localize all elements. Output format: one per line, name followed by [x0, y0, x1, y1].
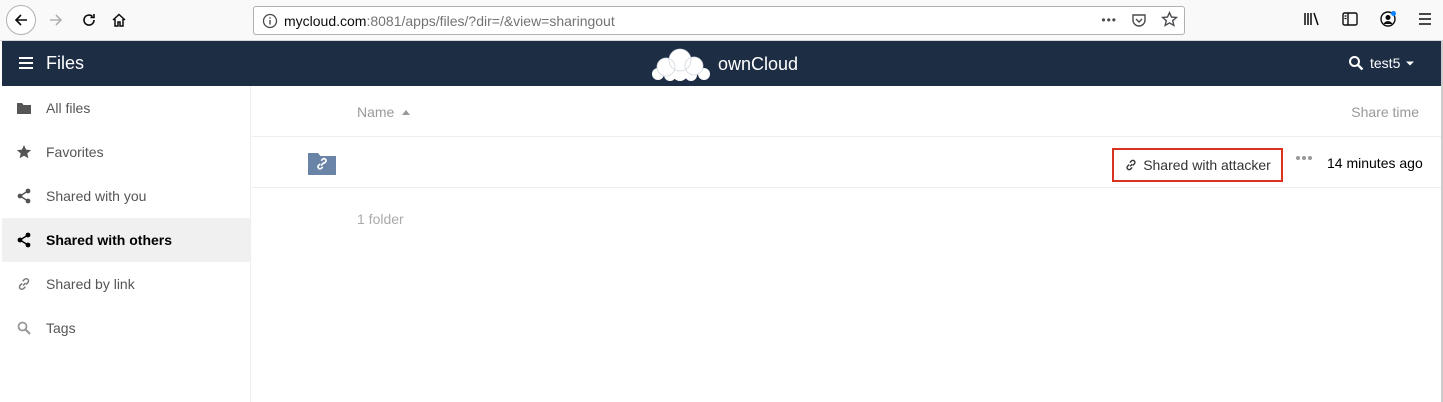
- hamburger-menu-icon[interactable]: [1417, 11, 1433, 27]
- table-row[interactable]: Shared with attacker 14 minutes ago: [252, 137, 1441, 188]
- user-menu[interactable]: test5: [1370, 55, 1415, 71]
- link-icon: [1126, 159, 1136, 171]
- file-list-container: Name Share time Shared with attacker 14 …: [252, 86, 1441, 402]
- owncloud-logo[interactable]: ownCloud: [650, 46, 798, 82]
- sidebar-item-favorites[interactable]: Favorites: [2, 130, 250, 174]
- sidebar-item-label: Tags: [46, 320, 76, 336]
- tag-search-icon: [2, 320, 46, 336]
- sort-by-name[interactable]: Name: [357, 104, 411, 120]
- username: test5: [1370, 55, 1401, 71]
- account-icon[interactable]: [1379, 10, 1397, 28]
- star-icon: [2, 144, 46, 160]
- sidebar-item-shared-by-link[interactable]: Shared by link: [2, 262, 250, 306]
- page-actions-button[interactable]: •••: [1101, 13, 1117, 27]
- shared-folder-icon[interactable]: [308, 151, 336, 180]
- library-icon[interactable]: [1303, 10, 1321, 28]
- sidebar-item-tags[interactable]: Tags: [2, 306, 250, 350]
- menu-toggle-icon[interactable]: [18, 56, 34, 75]
- sidebar-item-shared-with-you[interactable]: Shared with you: [2, 174, 250, 218]
- reload-icon: [83, 14, 95, 26]
- more-actions-icon[interactable]: [1296, 156, 1312, 160]
- sidebar-item-label: Shared by link: [46, 276, 135, 292]
- url-text: mycloud.com:8081/apps/files/?dir=/&view=…: [284, 13, 615, 29]
- search-icon[interactable]: [1348, 55, 1364, 76]
- file-summary: 1 folder: [357, 211, 404, 227]
- table-header: Name Share time: [252, 86, 1441, 137]
- sidebar-item-label: Shared with others: [46, 232, 173, 248]
- column-header-name: Name: [357, 104, 395, 120]
- share-status-button[interactable]: Shared with attacker: [1112, 148, 1283, 182]
- address-bar[interactable]: mycloud.com:8081/apps/files/?dir=/&view=…: [253, 6, 1185, 35]
- sidebar-item-shared-with-others[interactable]: Shared with others: [2, 218, 250, 262]
- logo-text: ownCloud: [718, 53, 799, 74]
- pocket-icon[interactable]: [1131, 12, 1147, 28]
- share-label: Shared with attacker: [1143, 157, 1271, 173]
- share-time: 14 minutes ago: [1327, 155, 1423, 171]
- arrow-right-icon: [50, 14, 63, 26]
- bookmark-star-icon[interactable]: [1161, 11, 1178, 28]
- column-header-share-time[interactable]: Share time: [1351, 104, 1419, 120]
- folder-icon: [2, 101, 46, 115]
- reload-button[interactable]: [74, 5, 104, 35]
- sidebar-item-all-files[interactable]: All files: [2, 86, 250, 130]
- info-icon[interactable]: [256, 13, 284, 29]
- home-icon: [112, 13, 126, 27]
- app-header: Files ownCloud test5: [2, 41, 1441, 86]
- url-path: :8081/apps/files/?dir=/&view=sharingout: [366, 12, 615, 29]
- browser-toolbar: mycloud.com:8081/apps/files/?dir=/&view=…: [0, 0, 1443, 41]
- home-button[interactable]: [104, 5, 134, 35]
- share-icon: [2, 232, 46, 248]
- app-title[interactable]: Files: [46, 53, 84, 74]
- forward-button[interactable]: [41, 5, 71, 35]
- link-icon: [2, 276, 46, 292]
- sidebar-item-label: All files: [46, 100, 91, 116]
- cloud-logo-icon: [652, 48, 710, 81]
- back-button[interactable]: [6, 5, 36, 35]
- app-navigation: All files Favorites Shared with you Shar…: [2, 86, 251, 402]
- sidebar-item-label: Favorites: [46, 144, 104, 160]
- url-host: mycloud.com: [284, 12, 367, 29]
- sidebar-item-label: Shared with you: [46, 188, 147, 204]
- caret-down-icon: [1406, 61, 1415, 66]
- share-icon: [2, 188, 46, 204]
- sort-up-icon: [402, 110, 411, 115]
- arrow-left-icon: [14, 14, 27, 26]
- sidebar-toggle-icon[interactable]: [1341, 10, 1359, 28]
